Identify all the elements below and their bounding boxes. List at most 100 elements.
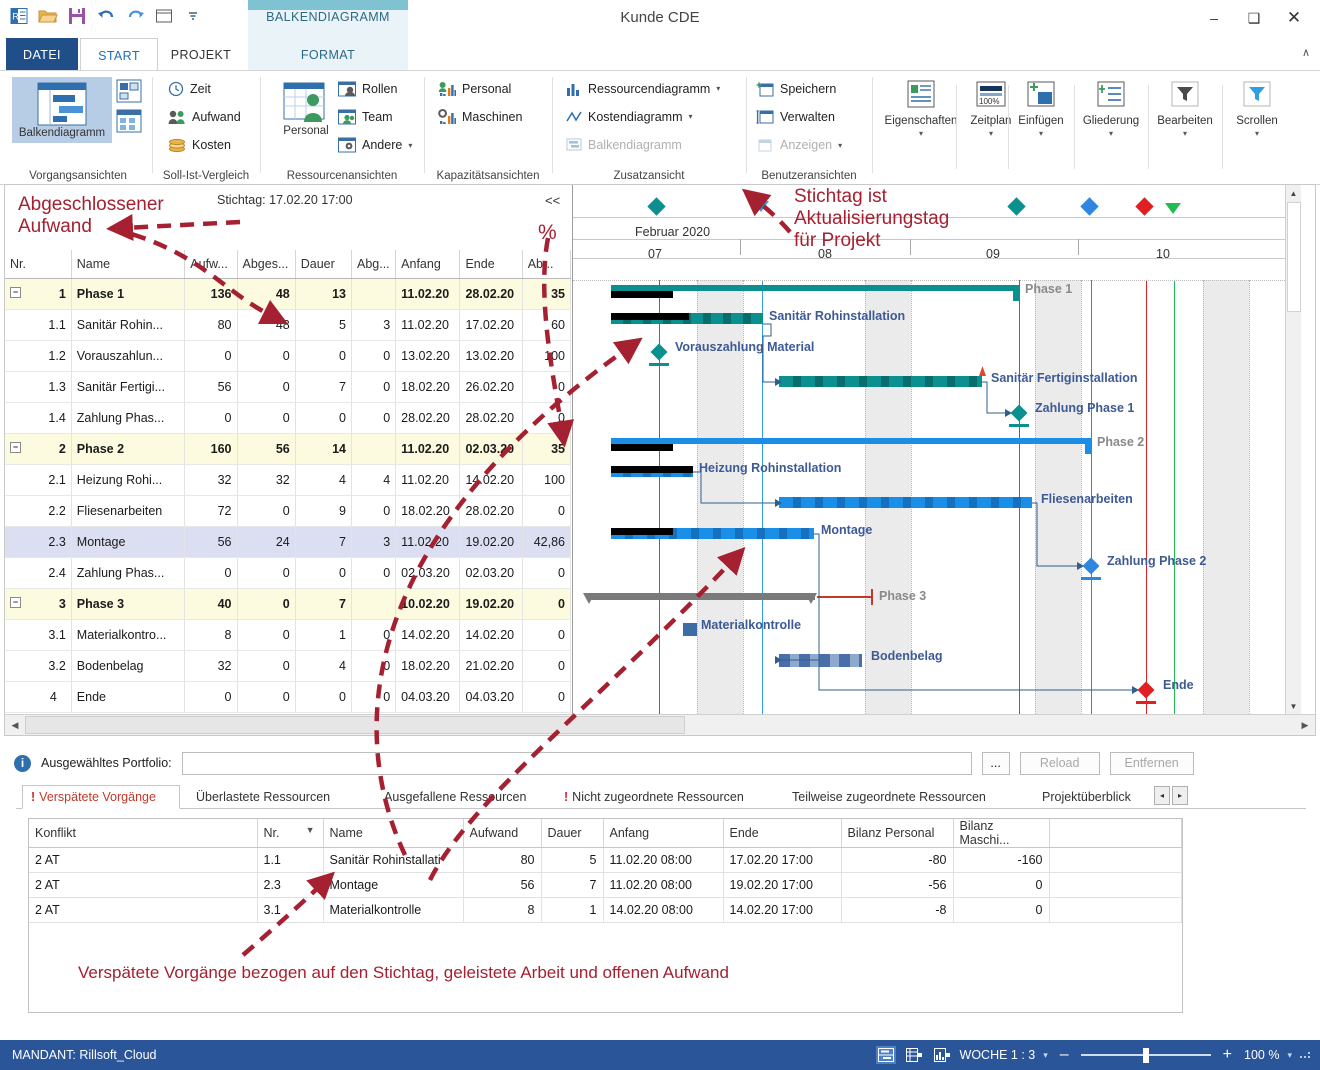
col-anfang[interactable]: Anfang [395,250,461,279]
expander-icon[interactable]: − [10,442,21,453]
network-view-button[interactable] [116,79,142,106]
balkendiagramm-button[interactable]: Balkendiagramm [12,77,112,143]
split-view-icon[interactable] [875,1046,896,1064]
table-row[interactable]: 3.1 Materialkontro... 8 0 1 0 14.02.20 1… [5,619,571,651]
tab-start[interactable]: START [80,38,158,72]
table-view-icon[interactable] [904,1046,924,1064]
table-row[interactable]: 2.4 Zahlung Phas... 0 0 0 0 02.03.20 02.… [5,557,571,589]
close-button[interactable]: ✕ [1274,4,1314,32]
chevron-down-icon[interactable]: ▾ [1255,129,1259,138]
chevron-down-icon[interactable]: ▾ [1039,129,1043,138]
table-row[interactable]: 4 Ende 0 0 0 0 04.03.20 04.03.20 0 [5,681,571,713]
col-nr[interactable]: Nr. [5,250,72,279]
zeit-button[interactable]: Zeit [168,81,211,97]
ribbon-command-eigenschaften[interactable]: Eigenschaften ▾ [874,71,968,184]
tab-verspaetete-vorgaenge[interactable]: ! Verspätete Vorgänge [22,785,180,809]
expander-icon[interactable]: − [10,287,21,298]
col-dauer[interactable]: Dauer [295,250,352,279]
chevron-down-icon[interactable]: ▾ [408,141,412,150]
tab-ausgefallene-ressourcen[interactable]: Ausgefallene Ressourcen [376,785,546,809]
aufwand-button[interactable]: Aufwand [168,109,241,125]
ccol-ende[interactable]: Ende [723,819,842,848]
scale-caret-icon[interactable]: ▾ [1043,1050,1048,1061]
resize-grip-icon[interactable] [1300,1048,1312,1063]
table-row[interactable]: 1.3 Sanitär Fertigi... 56 0 7 0 18.02.20… [5,371,571,403]
collapse-ribbon-button[interactable]: ∧ [1302,46,1310,59]
ccol-bilanz-personal[interactable]: Bilanz Personal [841,819,954,848]
ccol-nr[interactable]: Nr. ▼ [257,819,324,848]
grid-horizontal-scrollbar[interactable]: ◀ ▶ [5,714,1315,735]
browse-button[interactable]: ... [981,751,1010,775]
zoom-out-button[interactable]: – [1060,1046,1069,1064]
ccol-dauer[interactable]: Dauer [541,819,604,848]
personal-view-button[interactable]: Personal [270,81,342,137]
table-row[interactable]: 2.1 Heizung Rohi... 32 32 4 4 11.02.20 1… [5,464,571,496]
table-row[interactable]: − 2 Phase 2 160 56 14 11.02.20 02.03.20 3… [5,433,571,465]
chevron-down-icon[interactable]: ▾ [1109,129,1113,138]
scroll-up-arrow[interactable]: ▲ [1286,185,1301,201]
collapse-columns-button[interactable]: << [545,193,560,208]
ccol-anfang[interactable]: Anfang [603,819,724,848]
zoom-slider-knob[interactable] [1142,1048,1149,1063]
col-abg[interactable]: Abg... [351,250,397,279]
ccol-aufwand[interactable]: Aufwand [463,819,542,848]
andere-button[interactable]: Andere ▾ [338,137,412,153]
kostendiagramm-button[interactable]: Kostendiagramm ▾ [566,109,693,124]
zoom-caret-icon[interactable]: ▾ [1287,1050,1292,1061]
ribbon-command-einfuegen[interactable]: Einfügen ▾ [1010,71,1072,184]
col-ende[interactable]: Ende [459,250,523,279]
tab-datei[interactable]: DATEI [6,38,78,71]
table-row[interactable]: − 1 Phase 1 136 48 13 11.02.20 28.02.20 3… [5,278,571,310]
chevron-down-icon[interactable]: ▾ [989,129,993,138]
col-name[interactable]: Name [71,250,186,279]
scroll-down-arrow[interactable]: ▼ [1286,698,1301,714]
scrollbar-thumb[interactable] [25,716,685,734]
col-aufwand[interactable]: Aufw... [184,250,238,279]
anzeigen-view-button[interactable]: Anzeigen ▾ [756,137,842,153]
scale-label[interactable]: WOCHE 1 : 3 [960,1048,1036,1062]
expander-icon[interactable]: − [10,597,21,608]
maximize-button[interactable]: ❑ [1234,4,1274,32]
minimize-button[interactable]: – [1194,4,1234,32]
team-button[interactable]: Team [338,109,393,125]
chevron-down-icon[interactable]: ▾ [838,141,842,150]
table-row[interactable]: 2 AT 1.1 Sanitär Rohinstallati 80 5 11.0… [29,847,1182,873]
table-row[interactable]: 1.2 Vorauszahlun... 0 0 0 0 13.02.20 13.… [5,340,571,372]
tab-prev-button[interactable]: ◂ [1154,786,1170,805]
tab-ueberlastete-ressourcen[interactable]: Überlastete Ressourcen [188,785,356,809]
chevron-down-icon[interactable]: ▾ [1183,129,1187,138]
chart-view-icon[interactable] [932,1046,952,1064]
portfolio-input[interactable] [181,751,972,775]
kosten-button[interactable]: Kosten [168,137,231,153]
col-abgeschlossen[interactable]: Abges... [237,250,296,279]
remove-button[interactable]: Entfernen [1109,751,1194,775]
tab-projekt[interactable]: PROJEKT [158,38,244,71]
chevron-down-icon[interactable]: ▾ [716,84,720,93]
ccol-bilanz-maschinen[interactable]: Bilanz Maschi... [953,819,1050,848]
reload-button[interactable]: Reload [1019,751,1100,775]
table-row[interactable]: 2.3 Montage 56 24 7 3 11.02.20 19.02.20 … [5,526,571,558]
table-view-button[interactable] [116,109,142,136]
ribbon-command-bearbeiten[interactable]: Bearbeiten ▾ [1150,71,1220,184]
ribbon-command-scrollen[interactable]: Scrollen ▾ [1224,71,1290,184]
tab-format[interactable]: FORMAT [248,38,408,71]
tab-projektueberblick[interactable]: Projektüberblick [1034,785,1158,809]
chart-vertical-scrollbar[interactable]: ▲ ▼ [1285,185,1301,714]
chevron-down-icon[interactable]: ▾ [919,129,923,138]
zoom-in-button[interactable]: + [1223,1046,1232,1064]
table-row[interactable]: 2 AT 2.3 Montage 56 7 11.02.20 08:00 19.… [29,872,1182,898]
zoom-slider[interactable] [1080,1047,1211,1063]
col-abprozent[interactable]: Ab... [522,250,571,279]
ressourcendiagramm-button[interactable]: Ressourcendiagramm ▾ [566,81,720,96]
kapazitaet-maschinen-button[interactable]: Maschinen [438,109,522,125]
ribbon-command-gliederung[interactable]: Gliederung ▾ [1076,71,1146,184]
chevron-down-icon[interactable]: ▾ [689,112,693,121]
speichern-view-button[interactable]: Speichern [756,81,836,97]
zusatz-balkendiagramm-button[interactable]: Balkendiagramm [566,137,682,152]
ccol-name[interactable]: Name [323,819,464,848]
scroll-left-arrow[interactable]: ◀ [5,715,25,735]
table-row[interactable]: 2.2 Fliesenarbeiten 72 0 9 0 18.02.20 28… [5,495,571,527]
table-row[interactable]: 1.4 Zahlung Phas... 0 0 0 0 28.02.20 28.… [5,402,571,434]
verwalten-view-button[interactable]: Verwalten [756,109,835,125]
ccol-konflikt[interactable]: Konflikt [29,819,258,848]
